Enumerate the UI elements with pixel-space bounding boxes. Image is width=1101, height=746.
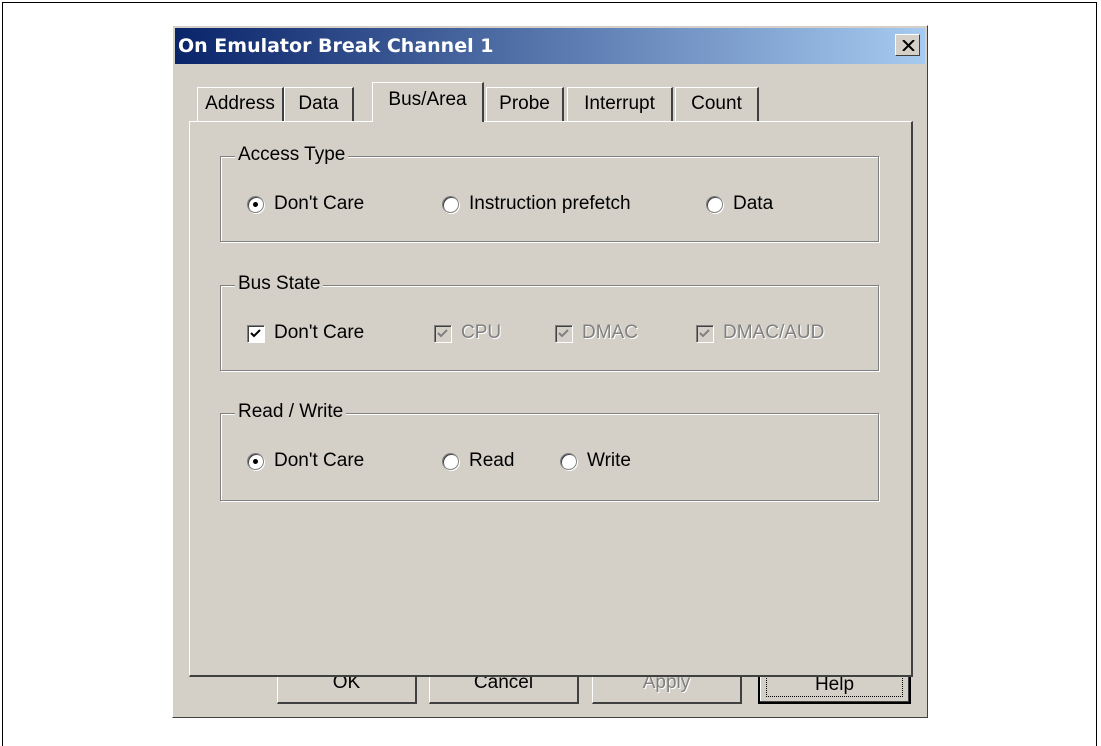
bus-state-group: Bus State Don't Care CPU DMAC DMAC/AUD (220, 273, 879, 371)
checkbox (434, 325, 451, 342)
radio-button[interactable] (247, 453, 264, 470)
tab-bus-area[interactable]: Bus/Area (372, 82, 484, 122)
access-type-group: Access Type Don't Care Instruction prefe… (220, 144, 879, 242)
radio-button[interactable] (560, 453, 577, 470)
close-icon (902, 40, 915, 51)
checkmark-icon (558, 329, 569, 338)
tab-label: Interrupt (584, 93, 655, 114)
bus-state-legend: Bus State (235, 273, 324, 295)
radio-button[interactable] (247, 196, 264, 213)
checkmark-icon (437, 329, 448, 338)
checkbox (555, 325, 572, 342)
tab-panel-bus-area: Access Type Don't Care Instruction prefe… (189, 121, 913, 677)
tab-data[interactable]: Data (284, 87, 354, 121)
tab-interrupt[interactable]: Interrupt (567, 87, 673, 121)
title-bar[interactable]: On Emulator Break Channel 1 (175, 28, 925, 64)
checkbox-label: Don't Care (274, 322, 365, 343)
read-write-group: Read / Write Don't Care Read Write (220, 401, 879, 501)
radio-label: Write (587, 450, 631, 471)
tab-count[interactable]: Count (675, 87, 759, 121)
tab-label: Bus/Area (388, 89, 467, 110)
checkmark-icon (699, 329, 710, 338)
checkbox-label: DMAC/AUD (723, 322, 825, 343)
tab-label: Address (205, 93, 275, 114)
access-type-legend: Access Type (235, 144, 349, 166)
checkmark-icon (250, 329, 261, 338)
radio-label: Don't Care (274, 450, 365, 471)
tab-label: Data (298, 93, 339, 114)
tab-address[interactable]: Address (197, 87, 284, 121)
checkbox-label: DMAC (582, 322, 638, 343)
radio-dot-icon (253, 459, 258, 464)
checkbox[interactable] (247, 325, 264, 342)
read-write-legend: Read / Write (235, 401, 347, 423)
radio-button[interactable] (706, 196, 723, 213)
tab-probe[interactable]: Probe (486, 87, 564, 121)
tab-label: Count (691, 93, 742, 114)
break-channel-dialog: On Emulator Break Channel 1 Address Data… (172, 25, 928, 718)
dialog-title: On Emulator Break Channel 1 (178, 35, 494, 57)
radio-label: Data (733, 193, 774, 214)
tab-label: Probe (499, 93, 550, 114)
checkbox-label: CPU (461, 322, 502, 343)
checkbox (696, 325, 713, 342)
radio-dot-icon (253, 202, 258, 207)
radio-label: Read (469, 450, 515, 471)
radio-label: Don't Care (274, 193, 365, 214)
radio-button[interactable] (442, 453, 459, 470)
close-button[interactable] (895, 34, 920, 56)
radio-label: Instruction prefetch (469, 193, 631, 214)
radio-button[interactable] (442, 196, 459, 213)
